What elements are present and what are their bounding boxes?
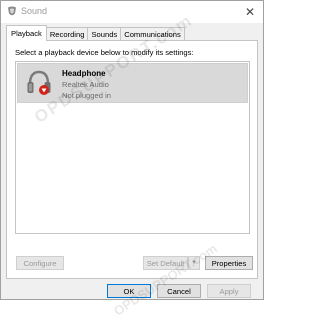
instruction-text: Select a playback device below to modify…	[15, 48, 194, 57]
tab-playback[interactable]: Playback	[6, 25, 47, 41]
window-title: Sound	[21, 6, 48, 16]
configure-button[interactable]: Configure	[16, 256, 64, 270]
set-default-button[interactable]: Set Default	[143, 256, 188, 270]
properties-button[interactable]: Properties	[205, 256, 253, 270]
tab-recording[interactable]: Recording	[45, 27, 89, 41]
headphone-icon	[27, 70, 51, 95]
tab-communications[interactable]: Communications	[120, 27, 185, 41]
device-status: Not plugged in	[62, 91, 111, 100]
device-row-headphone[interactable]: Headphone Realtek Audio Not plugged in	[17, 63, 248, 103]
set-default-dropdown-button[interactable]: ▼	[188, 256, 200, 270]
speaker-icon	[8, 6, 16, 16]
device-driver: Realtek Audio	[62, 80, 109, 89]
close-button[interactable]: ✕	[243, 5, 257, 19]
playback-panel: Select a playback device below to modify…	[6, 40, 258, 279]
device-list[interactable]: Headphone Realtek Audio Not plugged in	[15, 61, 250, 234]
cancel-button[interactable]: Cancel	[157, 284, 201, 298]
apply-button[interactable]: Apply	[207, 284, 251, 298]
ok-button[interactable]: OK	[107, 284, 151, 298]
sound-dialog: Sound ✕ Playback Recording Sounds Commun…	[0, 0, 264, 319]
device-name: Headphone	[62, 69, 106, 78]
tab-sounds[interactable]: Sounds	[87, 27, 122, 41]
red-down-arrow-icon	[39, 85, 49, 95]
tab-strip: Playback Recording Sounds Communications	[6, 25, 185, 41]
title-bar[interactable]: Sound ✕	[1, 1, 263, 23]
